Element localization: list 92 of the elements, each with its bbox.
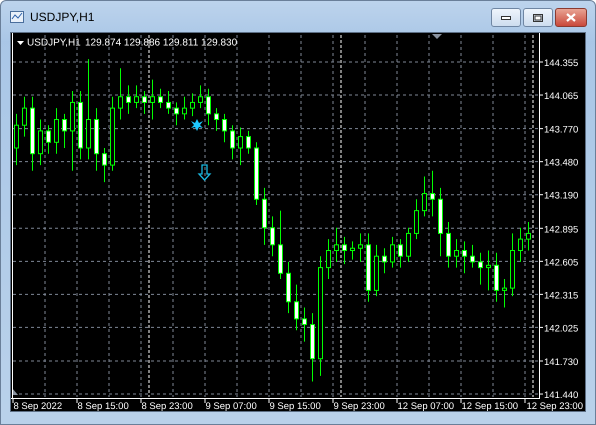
chart-icon [10,10,24,24]
maximize-button[interactable] [523,8,553,27]
candle [190,92,195,117]
price-label: 142.315 [544,290,578,302]
candle [134,84,139,109]
price-label: 141.730 [544,357,578,368]
down-arrow-icon [198,164,212,181]
candle [310,312,315,382]
candle [94,108,99,172]
candle [414,198,419,240]
candle [478,252,483,286]
candle [150,79,155,120]
time-label: 12 Sep 23:00 [526,401,583,411]
time-label: 9 Sep 15:00 [270,401,321,411]
time-label: 8 Sep 23:00 [142,401,193,411]
candle [350,240,355,260]
candle [126,84,131,114]
candle [118,68,123,120]
candle [358,232,363,262]
candle [526,222,531,252]
time-label: 8 Sep 15:00 [78,401,129,411]
candle [246,130,251,154]
candle [198,84,203,109]
candle [262,187,267,246]
candle [230,124,235,160]
candle [302,306,307,342]
candle [422,176,427,217]
candle [174,102,179,126]
star-icon [191,119,203,131]
candle [510,232,515,297]
candle [206,88,211,126]
window-title: USDJPY,H1 [30,10,94,24]
candle [270,216,275,257]
close-button[interactable] [555,8,587,27]
candle [182,96,187,120]
candle [398,238,403,268]
candle [382,248,387,274]
chart-symbol: USDJPY,H1 [27,38,81,48]
candle [470,244,475,268]
price-label: 144.065 [544,91,578,102]
price-label: 143.770 [544,124,578,136]
price-label: 141.440 [544,390,578,402]
price-quote: 129.874 129.886 129.811 129.830 [85,38,238,48]
candle [438,187,443,257]
time-label: 9 Sep 07:00 [206,401,257,411]
candle [214,108,219,132]
candle [374,244,379,297]
candle [46,124,51,154]
time-label: 12 Sep 07:00 [398,401,454,411]
candle [62,113,67,148]
candle [166,90,171,114]
candle [38,119,43,166]
candle [454,238,459,268]
candle [326,238,331,280]
price-label: 143.480 [544,158,578,169]
candle [446,222,451,268]
candle [54,108,59,154]
time-label: 12 Sep 15:00 [462,401,518,411]
candle [286,261,291,314]
price-label: 142.025 [544,323,578,334]
candle [406,227,411,262]
candle [102,148,107,183]
candle [462,240,467,274]
candle [254,142,259,206]
minimize-button[interactable] [491,8,521,27]
price-label: 142.895 [544,224,578,236]
close-icon [566,13,576,22]
maximize-icon [533,14,543,22]
dropdown-icon[interactable] [17,41,24,45]
price-label: 142.605 [544,257,578,268]
candle [158,88,163,109]
candle [294,284,299,331]
minimize-icon [501,16,511,20]
candle [486,250,491,291]
candle [14,113,19,166]
candle [502,278,507,308]
candle [78,90,83,160]
candle [518,227,523,262]
price-label: 143.190 [544,190,578,202]
time-label: 9 Sep 23:00 [334,401,385,411]
price-label: 144.355 [544,58,578,69]
candle [366,232,371,302]
candle [390,236,395,268]
candle [334,227,339,262]
candle [494,252,499,302]
candle [222,113,227,143]
candle [238,127,243,166]
candle [278,210,283,280]
shift-marker-icon [432,34,442,39]
time-label: 8 Sep 2022 [14,401,62,411]
candle [22,96,27,138]
candle [430,170,435,217]
